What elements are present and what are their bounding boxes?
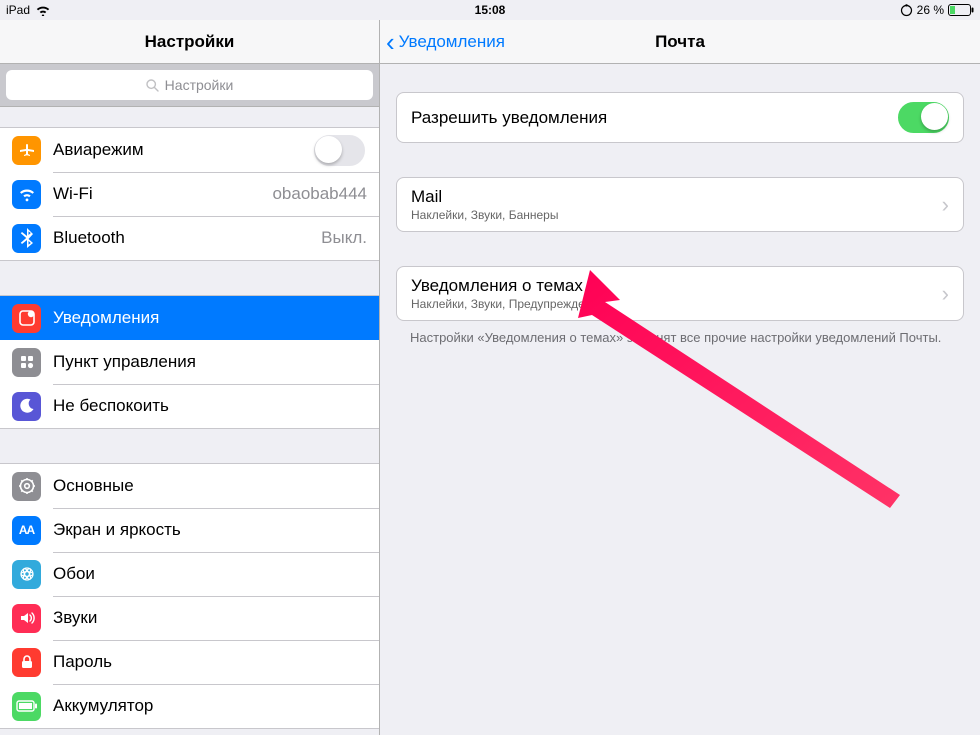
battery-icon — [948, 4, 974, 16]
sidebar-item-label: Основные — [53, 476, 134, 496]
chevron-right-icon: › — [942, 192, 949, 218]
detail-title: Почта — [655, 32, 705, 52]
sidebar-item-display[interactable]: AA Экран и яркость — [0, 508, 379, 552]
general-icon — [12, 472, 41, 501]
notifications-icon — [12, 304, 41, 333]
accounts-group: Mail Наклейки, Звуки, Баннеры › — [396, 177, 964, 232]
sidebar-item-label: Не беспокоить — [53, 396, 169, 416]
account-subtitle: Наклейки, Звуки, Баннеры — [411, 208, 558, 222]
search-icon — [146, 79, 159, 92]
wallpaper-icon — [12, 560, 41, 589]
detail-pane: ‹ Уведомления Почта Разрешить уведомлени… — [380, 20, 980, 735]
chevron-left-icon: ‹ — [386, 29, 395, 55]
battery-settings-icon — [12, 692, 41, 721]
threads-title: Уведомления о темах — [411, 276, 605, 296]
sidebar-item-passcode[interactable]: Пароль — [0, 640, 379, 684]
clock: 15:08 — [475, 3, 506, 17]
allow-notifications-group: Разрешить уведомления — [396, 92, 964, 143]
sidebar-item-label: Пункт управления — [53, 352, 196, 372]
display-icon: AA — [12, 516, 41, 545]
sidebar-item-notifications[interactable]: Уведомления — [0, 296, 379, 340]
controlcenter-icon — [12, 348, 41, 377]
chevron-right-icon: › — [942, 281, 949, 307]
sidebar-header: Настройки — [0, 20, 379, 64]
airplane-icon — [12, 136, 41, 165]
back-button[interactable]: ‹ Уведомления — [386, 20, 505, 63]
account-title: Mail — [411, 187, 558, 207]
sidebar-item-label: Пароль — [53, 652, 112, 672]
sidebar-item-controlcenter[interactable]: Пункт управления — [0, 340, 379, 384]
sidebar-title: Настройки — [145, 32, 235, 52]
sidebar-group-notifications: Уведомления Пункт управления Не беспокои… — [0, 295, 379, 429]
sidebar-item-label: Обои — [53, 564, 95, 584]
sidebar-item-label: Уведомления — [53, 308, 159, 328]
back-label: Уведомления — [399, 32, 505, 52]
sidebar-item-general[interactable]: Основные — [0, 464, 379, 508]
sidebar-item-wallpaper[interactable]: Обои — [0, 552, 379, 596]
sidebar-item-label: Звуки — [53, 608, 97, 628]
threads-group: Уведомления о темах Наклейки, Звуки, Пре… — [396, 266, 964, 321]
sounds-icon — [12, 604, 41, 633]
sidebar-item-label: Wi-Fi — [53, 184, 93, 204]
sidebar-item-battery[interactable]: Аккумулятор — [0, 684, 379, 728]
threads-subtitle: Наклейки, Звуки, Предупреждения — [411, 297, 605, 311]
allow-notifications-toggle[interactable] — [898, 102, 949, 133]
device-name: iPad — [6, 3, 30, 17]
search-container: Настройки — [0, 64, 379, 107]
footer-note: Настройки «Уведомления о темах» заменят … — [396, 321, 964, 347]
sidebar-group-general: Основные AA Экран и яркость Обои — [0, 463, 379, 729]
status-bar: iPad 15:08 26 % — [0, 0, 980, 20]
settings-sidebar: Настройки Настройки Авиарежим — [0, 20, 380, 735]
sidebar-group-connectivity: Авиарежим Wi-Fi obaobab444 Bluetooth Вык… — [0, 127, 379, 261]
sidebar-item-wifi[interactable]: Wi-Fi obaobab444 — [0, 172, 379, 216]
detail-header: ‹ Уведомления Почта — [380, 20, 980, 64]
search-input[interactable]: Настройки — [6, 70, 373, 100]
sidebar-item-airplane[interactable]: Авиарежим — [0, 128, 379, 172]
allow-notifications-row[interactable]: Разрешить уведомления — [397, 93, 963, 142]
bluetooth-value: Выкл. — [321, 228, 367, 248]
passcode-icon — [12, 648, 41, 677]
wifi-settings-icon — [12, 180, 41, 209]
account-row-mail[interactable]: Mail Наклейки, Звуки, Баннеры › — [397, 178, 963, 231]
sidebar-item-label: Аккумулятор — [53, 696, 153, 716]
search-placeholder: Настройки — [165, 77, 234, 93]
wifi-icon — [36, 5, 50, 16]
rotation-lock-icon — [900, 4, 913, 17]
sidebar-item-label: Экран и яркость — [53, 520, 181, 540]
battery-percent: 26 % — [917, 3, 944, 17]
sidebar-item-label: Авиарежим — [53, 140, 144, 160]
sidebar-item-bluetooth[interactable]: Bluetooth Выкл. — [0, 216, 379, 260]
thread-notifications-row[interactable]: Уведомления о темах Наклейки, Звуки, Пре… — [397, 267, 963, 320]
sidebar-item-dnd[interactable]: Не беспокоить — [0, 384, 379, 428]
bluetooth-icon — [12, 224, 41, 253]
dnd-icon — [12, 392, 41, 421]
sidebar-item-sounds[interactable]: Звуки — [0, 596, 379, 640]
sidebar-item-label: Bluetooth — [53, 228, 125, 248]
airplane-toggle[interactable] — [314, 135, 365, 166]
wifi-value: obaobab444 — [272, 184, 367, 204]
allow-label: Разрешить уведомления — [411, 108, 607, 128]
